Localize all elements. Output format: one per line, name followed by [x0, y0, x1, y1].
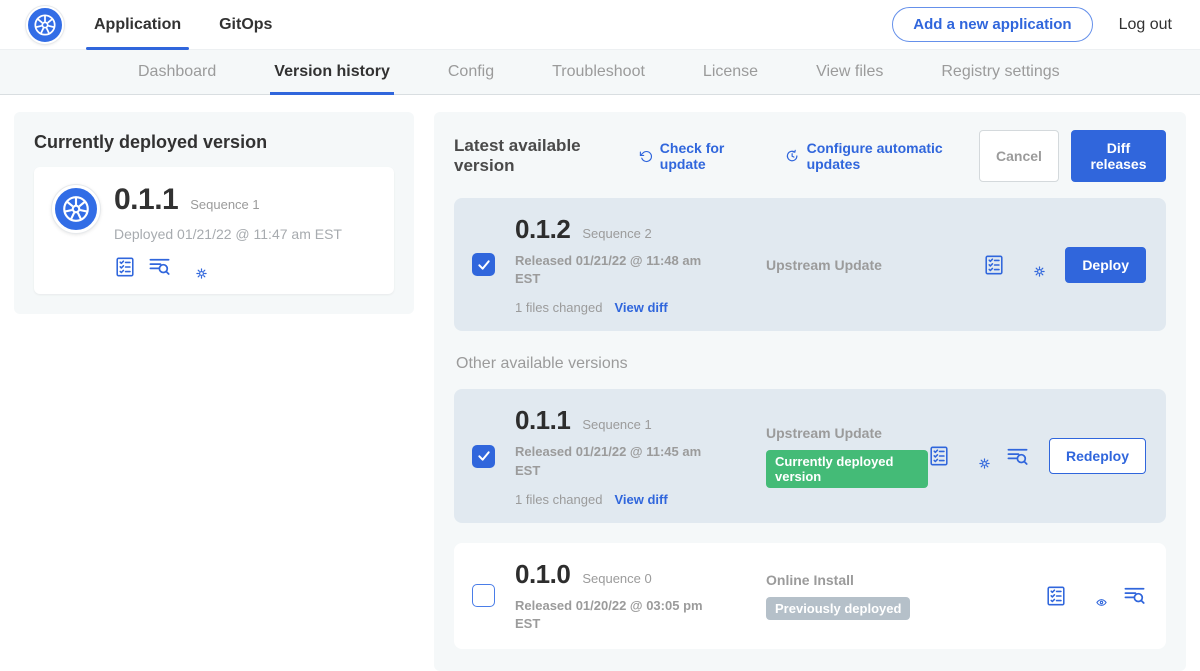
top-tabs: Application GitOps: [94, 0, 272, 49]
version-checkbox[interactable]: [472, 584, 495, 607]
version-row-0-1-0: 0.1.0 Sequence 0 Released 01/20/22 @ 03:…: [454, 543, 1166, 649]
configure-auto-updates-label: Configure automatic updates: [807, 140, 979, 172]
deployed-version-card: 0.1.1 Sequence 1 Deployed 01/21/22 @ 11:…: [34, 167, 394, 294]
version-checkbox[interactable]: [472, 445, 495, 468]
version-number: 0.1.2: [515, 214, 570, 245]
released-timestamp: Released 01/21/22 @ 11:48 am EST: [515, 252, 720, 288]
refresh-icon: [639, 149, 652, 164]
eye-icon: [1096, 597, 1107, 608]
preflight-checks-icon[interactable]: [928, 445, 950, 467]
previously-deployed-badge: Previously deployed: [766, 597, 910, 620]
deploy-logs-icon[interactable]: [1006, 445, 1029, 468]
currently-deployed-badge: Currently deployed version: [766, 450, 928, 488]
released-timestamp: Released 01/21/22 @ 11:45 am EST: [515, 443, 720, 479]
tab-application-label: Application: [94, 16, 181, 34]
deployed-timestamp: Deployed 01/21/22 @ 11:47 am EST: [114, 226, 342, 242]
sequence-label: Sequence 1: [582, 417, 651, 432]
version-source-label: Upstream Update: [766, 425, 882, 441]
deploy-logs-icon[interactable]: [1123, 584, 1146, 607]
subnav-item-troubleshoot[interactable]: Troubleshoot: [552, 50, 645, 94]
diff-releases-button[interactable]: Diff releases: [1071, 130, 1166, 182]
kubernetes-logo: [26, 6, 64, 44]
view-diff-link[interactable]: View diff: [614, 300, 667, 315]
checkmark-icon: [476, 448, 492, 464]
tab-application[interactable]: Application: [94, 0, 181, 49]
sequence-label: Sequence 2: [582, 226, 651, 241]
files-changed-label: 1 files changed: [515, 492, 602, 507]
preflight-checks-icon[interactable]: [1045, 585, 1067, 607]
gear-icon: [196, 268, 207, 279]
subnav-item-view-files[interactable]: View files: [816, 50, 883, 94]
add-new-application-button[interactable]: Add a new application: [892, 7, 1092, 42]
currently-deployed-title: Currently deployed version: [34, 132, 394, 153]
gear-icon: [1034, 266, 1045, 277]
redeploy-button[interactable]: Redeploy: [1049, 438, 1146, 474]
checkmark-icon: [476, 257, 492, 273]
tab-gitops[interactable]: GitOps: [219, 0, 272, 49]
deployed-version-number: 0.1.1: [114, 183, 178, 217]
preflight-checks-icon[interactable]: [114, 256, 136, 278]
edit-config-icon[interactable]: [183, 255, 207, 278]
version-number: 0.1.1: [515, 405, 570, 436]
tab-gitops-label: GitOps: [219, 16, 272, 34]
currently-deployed-card: Currently deployed version 0.1.1 Sequenc…: [14, 112, 414, 314]
cancel-button[interactable]: Cancel: [979, 130, 1059, 182]
top-navbar: Application GitOps Add a new application…: [0, 0, 1200, 50]
released-timestamp: Released 01/20/22 @ 03:05 pm EST: [515, 597, 720, 633]
view-config-icon[interactable]: [1083, 584, 1107, 607]
files-changed-label: 1 files changed: [515, 300, 602, 315]
version-checkbox[interactable]: [472, 253, 495, 276]
configure-auto-updates-link[interactable]: Configure automatic updates: [785, 140, 979, 172]
check-for-update-label: Check for update: [660, 140, 762, 172]
version-row-0-1-1: 0.1.1 Sequence 1 Released 01/21/22 @ 11:…: [454, 389, 1166, 522]
subnav-item-dashboard[interactable]: Dashboard: [138, 50, 216, 94]
deploy-logs-icon[interactable]: [148, 255, 171, 278]
view-diff-link[interactable]: View diff: [614, 492, 667, 507]
version-source-label: Upstream Update: [766, 257, 882, 273]
available-versions-panel: Latest available version Check for updat…: [434, 112, 1186, 671]
gear-icon: [979, 458, 990, 469]
edit-config-icon[interactable]: [966, 445, 990, 468]
clock-refresh-icon: [785, 148, 799, 164]
check-for-update-link[interactable]: Check for update: [639, 140, 761, 172]
subnav-item-config[interactable]: Config: [448, 50, 494, 94]
version-number: 0.1.0: [515, 559, 570, 590]
latest-available-title: Latest available version: [454, 136, 625, 176]
subnav-item-version-history[interactable]: Version history: [274, 50, 390, 94]
app-subnav: Dashboard Version history Config Trouble…: [0, 50, 1200, 95]
preflight-checks-icon[interactable]: [983, 254, 1005, 276]
version-source-label: Online Install: [766, 572, 854, 588]
logout-link[interactable]: Log out: [1119, 16, 1172, 34]
deployed-sequence-label: Sequence 1: [190, 197, 259, 212]
main-content: Currently deployed version 0.1.1 Sequenc…: [0, 95, 1200, 671]
other-available-versions-label: Other available versions: [456, 355, 1166, 373]
edit-config-icon[interactable]: [1021, 253, 1045, 276]
version-row-0-1-2: 0.1.2 Sequence 2 Released 01/21/22 @ 11:…: [454, 198, 1166, 331]
app-logo: [52, 185, 100, 233]
subnav-item-registry-settings[interactable]: Registry settings: [941, 50, 1059, 94]
subnav-item-license[interactable]: License: [703, 50, 758, 94]
deploy-button[interactable]: Deploy: [1065, 247, 1146, 283]
sequence-label: Sequence 0: [582, 571, 651, 586]
